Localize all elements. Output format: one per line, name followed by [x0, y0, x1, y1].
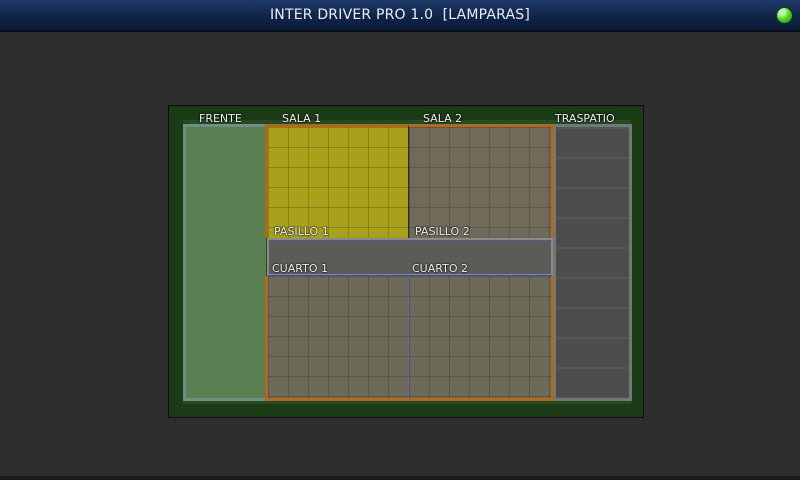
label-frente: FRENTE [199, 112, 242, 125]
zone-cuarto-2[interactable] [408, 276, 554, 401]
label-pasillo-1: PASILLO 1 [274, 225, 329, 238]
zone-sala-1[interactable] [265, 124, 409, 238]
bottom-edge [0, 476, 800, 480]
label-pasillo-2: PASILLO 2 [415, 225, 470, 238]
zone-cuarto-1[interactable] [265, 276, 409, 401]
label-cuarto-1: CUARTO 1 [272, 262, 328, 275]
divider [268, 240, 552, 241]
label-cuarto-2: CUARTO 2 [412, 262, 468, 275]
zone-frente[interactable] [183, 124, 266, 401]
label-traspatio: TRASPATIO [555, 112, 615, 125]
title-bar: INTER DRIVER PRO 1.0 [LAMPARAS] [0, 0, 800, 32]
status-indicator-icon[interactable] [776, 7, 793, 24]
zone-sala-2[interactable] [408, 124, 554, 238]
label-sala-2: SALA 2 [423, 112, 463, 125]
window-title: INTER DRIVER PRO 1.0 [LAMPARAS] [269, 7, 531, 23]
zone-traspatio[interactable] [553, 124, 632, 401]
label-sala-1: SALA 1 [282, 112, 322, 125]
